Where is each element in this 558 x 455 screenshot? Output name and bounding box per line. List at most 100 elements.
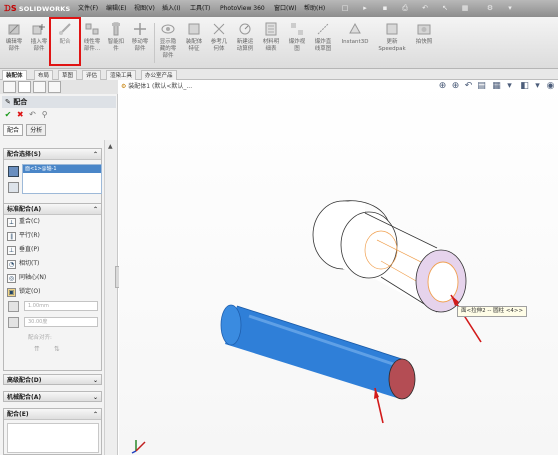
scroll-up-icon[interactable]: ▲ (108, 143, 115, 150)
insert-component-button[interactable]: 插入零 部件 (27, 20, 51, 66)
standard-mates-header[interactable]: 标准配合(A) ⌃ (4, 204, 101, 215)
shaft-back-end (220, 304, 242, 346)
align-aligned-icon[interactable]: ⇈ (34, 345, 40, 353)
mate-perpendicular[interactable]: ⊥ 垂直(P) (4, 243, 101, 257)
ok-icon[interactable]: ✔ (3, 110, 13, 120)
tab-layout[interactable]: 布局 (34, 70, 54, 80)
mate-selection-list[interactable]: 面<1>@轴-1 (22, 164, 102, 194)
tab-sketch[interactable]: 草图 (58, 70, 78, 80)
menu-window[interactable]: 窗口(W) (274, 3, 297, 14)
open-icon[interactable]: ▸ (360, 3, 370, 14)
explode-view-icon (291, 23, 303, 35)
tab-office-products[interactable]: 办公室产品 (141, 70, 177, 80)
menu-help[interactable]: 帮助(H) (304, 3, 325, 14)
mate-lock[interactable]: ▣ 锁定(O) (4, 285, 101, 299)
bom-button[interactable]: 材料明 细表 (259, 20, 283, 66)
reference-geometry-icon (213, 23, 225, 35)
mechanical-mates-header[interactable]: 机械配合(A) ⌄ (3, 391, 102, 402)
select-icon[interactable]: ↖ (440, 3, 450, 14)
mate-button-highlight (49, 17, 81, 66)
linear-pattern-icon (85, 23, 99, 35)
snapshot-button[interactable]: 拍快照 (412, 20, 436, 66)
pane-scrollbar[interactable]: ▲ (104, 140, 117, 455)
snapshot-icon (417, 24, 431, 35)
expand-icon[interactable]: ⌄ (93, 375, 98, 386)
concentric-icon: ◎ (7, 274, 16, 283)
mates-list-box[interactable] (7, 423, 99, 453)
collapse-icon[interactable]: ⌃ (93, 204, 98, 215)
collapse-icon[interactable]: ⌃ (93, 409, 98, 420)
feature-tree-tab-icon[interactable] (3, 81, 16, 93)
mate-concentric[interactable]: ◎ 同轴心(N) (4, 271, 101, 285)
menu-edit[interactable]: 编辑(E) (106, 3, 126, 14)
bore-hole[interactable] (427, 261, 459, 303)
motion-study-button[interactable]: 新建运 动算例 (233, 20, 257, 66)
print-icon[interactable]: ⎙ (400, 3, 410, 14)
tab-render-tools[interactable]: 渲染工具 (106, 70, 137, 80)
selected-entity[interactable]: 面<1>@轴-1 (23, 165, 101, 173)
edit-component-icon (8, 24, 20, 35)
menu-photoview[interactable]: PhotoView 360 (220, 3, 265, 14)
shaft-part[interactable] (220, 304, 416, 400)
selection-face-icon (8, 166, 19, 177)
undo-icon[interactable]: ↶ (420, 3, 430, 14)
graphics-area[interactable]: ⚙ 装配体1 (默认<默认_... ⊕ ⊕ ↶ ▤ ▦ ▾ ◧ ▾ ◉ 面<拉伸… (119, 80, 558, 455)
cancel-icon[interactable]: ✖ (15, 110, 25, 120)
menu-view[interactable]: 视图(V) (134, 3, 155, 14)
lock-icon: ▣ (7, 288, 16, 297)
angle-field[interactable]: 30.00度 (24, 317, 98, 327)
linear-pattern-button[interactable]: 线性零 部件... (80, 20, 104, 66)
ribbon-separator (154, 23, 155, 63)
save-icon[interactable]: ▪ (380, 3, 390, 14)
assembly-feature-icon (188, 23, 200, 35)
mate-tangent[interactable]: ◔ 相切(T) (4, 257, 101, 271)
move-component-icon (134, 23, 146, 35)
smart-fastener-button[interactable]: 智能扣 件 (105, 20, 127, 66)
shaft-end-face[interactable] (388, 358, 416, 400)
mate-coincident[interactable]: ⟂ 重合(C) (4, 215, 101, 229)
configuration-tab-icon[interactable] (33, 81, 46, 93)
reference-geometry-button[interactable]: 参考几 何体 (207, 20, 231, 66)
feature-manager-tabs (0, 80, 118, 94)
options-icon[interactable]: ⚙ (485, 3, 495, 14)
insert-component-icon (32, 24, 45, 35)
model-canvas (220, 200, 482, 424)
multi-mate-icon[interactable] (8, 182, 19, 193)
show-hidden-button[interactable]: 显示隐 藏的零 部件 (156, 20, 180, 66)
tab-evaluate[interactable]: 评估 (82, 70, 102, 80)
new-doc-icon[interactable]: □ (340, 3, 350, 14)
pm-actions: ✔ ✖ ↶ ⚲ (3, 110, 50, 120)
command-manager: 编辑零 部件 插入零 部件 配合 线性零 部件... 智能扣 件 移动零 部件 … (0, 17, 558, 69)
shaft-body (225, 306, 405, 398)
subtab-mates[interactable]: 配合 (3, 124, 24, 136)
undo-mate-icon[interactable]: ↶ (27, 110, 37, 120)
explode-view-button[interactable]: 爆炸视 图 (285, 20, 309, 66)
expand-icon[interactable]: ⌄ (93, 392, 98, 403)
bushing-part[interactable] (312, 200, 467, 313)
rebuild-icon[interactable]: ▦ (460, 3, 470, 14)
pushpin-icon[interactable]: ⚲ (40, 110, 50, 120)
collapse-icon[interactable]: ⌃ (93, 149, 98, 160)
menu-file[interactable]: 文件(F) (78, 3, 98, 14)
edit-component-button[interactable]: 编辑零 部件 (2, 20, 26, 66)
distance-field[interactable]: 1.00mm (24, 301, 98, 311)
property-manager-tab-icon[interactable] (18, 81, 31, 93)
explode-line-button[interactable]: 爆炸直 线草图 (311, 20, 335, 66)
mates-list-header[interactable]: 配合(E) ⌃ (4, 409, 101, 420)
move-component-button[interactable]: 移动零 部件 (128, 20, 152, 66)
menu-tools[interactable]: 工具(T) (190, 3, 210, 14)
speedpak-button[interactable]: 更新 Speedpak (377, 20, 407, 66)
display-manager-tab-icon[interactable] (48, 81, 61, 93)
pm-subtabs: 配合 分析 (3, 124, 47, 136)
tab-assembly[interactable]: 装配体 (2, 70, 27, 80)
assembly-feature-button[interactable]: 装配体 特征 (182, 20, 206, 66)
subtab-analysis[interactable]: 分析 (26, 124, 47, 136)
mate-parallel[interactable]: ∥ 平行(R) (4, 229, 101, 243)
align-anti-aligned-icon[interactable]: ⇅ (54, 345, 60, 353)
advanced-mates-header[interactable]: 高级配合(D) ⌄ (3, 374, 102, 385)
menu-insert[interactable]: 插入(I) (162, 3, 180, 14)
instant3d-button[interactable]: Instant3D (337, 20, 373, 66)
mates-list-group: 配合(E) ⌃ (3, 408, 102, 455)
options-menu-icon[interactable]: ▾ (505, 3, 515, 14)
mate-selections-header[interactable]: 配合选择(S) ⌃ (4, 149, 101, 160)
